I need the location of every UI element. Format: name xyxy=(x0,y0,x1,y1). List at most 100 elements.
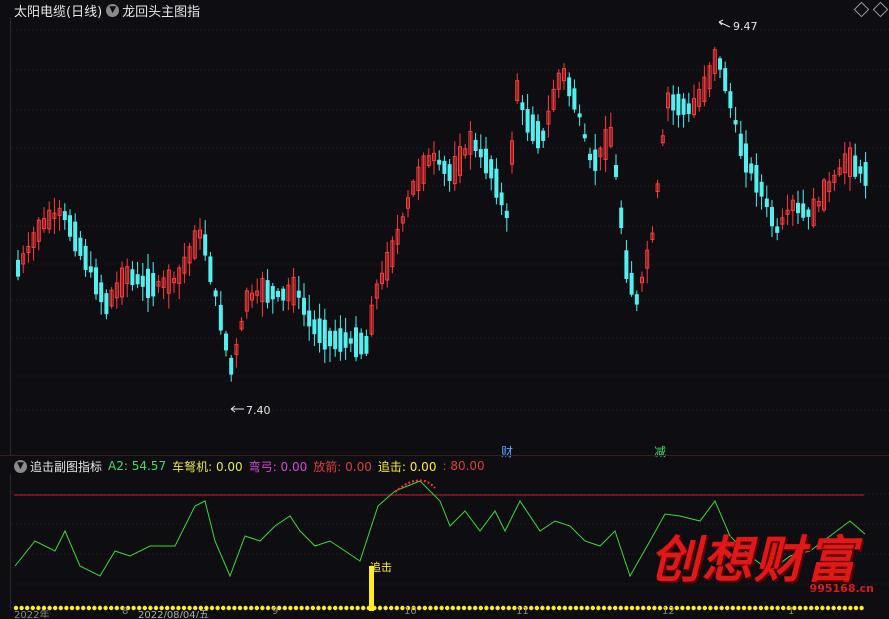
candle-body xyxy=(593,149,598,171)
candle-body xyxy=(104,293,109,315)
candlestick-chart[interactable] xyxy=(0,0,889,455)
candle-body xyxy=(624,250,629,279)
date-label: 8 xyxy=(122,607,129,617)
legend-a2: A2: 54.57 xyxy=(108,459,167,473)
candle-body xyxy=(754,165,759,193)
candle-body xyxy=(16,259,20,277)
high-arrow xyxy=(718,19,731,28)
date-label: 2022年 xyxy=(14,610,50,618)
date-label: 2022/08/04/五 xyxy=(138,610,210,618)
candle-body xyxy=(213,290,218,297)
candle-body xyxy=(348,338,353,344)
candle-body xyxy=(520,102,525,111)
high-price-label: 9.47 xyxy=(733,20,758,33)
candle-body xyxy=(572,88,577,110)
candle-body xyxy=(296,290,301,298)
candle-body xyxy=(738,133,743,156)
candle-body xyxy=(442,160,447,174)
candle-body xyxy=(333,330,338,350)
low-arrow xyxy=(230,405,244,413)
candle-body xyxy=(62,211,67,221)
chevron-down-icon[interactable]: ▼ xyxy=(14,459,27,473)
date-label: 10 xyxy=(404,607,417,617)
candle-body xyxy=(343,332,348,348)
candle-body xyxy=(99,282,104,303)
candle-body xyxy=(770,206,774,227)
candle-body xyxy=(681,98,686,115)
candle-body xyxy=(307,310,312,327)
candle-body xyxy=(629,272,634,295)
date-label: 9 xyxy=(272,607,279,617)
main-title-bar: 太阳电缆(日线) ▼ 龙回头主图指 xyxy=(0,0,200,20)
legend-threshold: : 80.00 xyxy=(442,459,485,473)
annotations xyxy=(230,19,731,413)
candle-body xyxy=(536,121,540,149)
candle-body xyxy=(203,234,208,256)
candle-body xyxy=(364,335,369,354)
candle-body xyxy=(801,203,806,218)
main-chart-panel[interactable]: 太阳电缆(日线) ▼ 龙回头主图指 9.47 7.40 财 减 xyxy=(0,0,889,459)
candle-body xyxy=(853,155,858,177)
candle-body xyxy=(619,207,624,228)
candle-body xyxy=(328,330,332,347)
candle-body xyxy=(478,149,483,158)
candle-body xyxy=(676,93,681,116)
candle-body xyxy=(686,103,691,115)
watermark-url: 995168.cn xyxy=(809,582,874,595)
sub-indicator-name[interactable]: 追击副图指标 xyxy=(30,458,102,475)
candle-body xyxy=(530,114,535,141)
signal-label: 追击 xyxy=(370,561,392,574)
stock-name: 太阳电缆(日线) xyxy=(14,4,103,20)
candle-body xyxy=(317,318,322,343)
candle-body xyxy=(312,319,317,335)
candle-body xyxy=(489,159,494,179)
chevron-down-icon[interactable]: ▼ xyxy=(106,3,120,17)
candle-body xyxy=(588,153,592,161)
candle-body xyxy=(130,269,135,286)
sub-title-bar: ▼ 追击副图指标 A2: 54.57 车弩机: 0.00 弯弓: 0.00 放箭… xyxy=(0,456,491,476)
candle-body xyxy=(322,319,327,350)
candle-body xyxy=(499,192,504,206)
candle-body xyxy=(270,286,275,300)
candle-body xyxy=(437,159,442,165)
candle-body xyxy=(796,202,800,214)
candle-body xyxy=(582,134,587,139)
candle-body xyxy=(94,267,98,295)
candle-body xyxy=(504,210,509,219)
candle-body xyxy=(718,58,722,70)
legend-fangjian: 放箭: 0.00 xyxy=(313,459,372,474)
candle-body xyxy=(723,68,728,92)
candle-body xyxy=(577,113,582,118)
candle-body xyxy=(281,288,286,301)
candle-body xyxy=(302,297,306,315)
candle-body xyxy=(338,328,343,352)
candle-body xyxy=(276,290,280,298)
candle-body xyxy=(567,77,572,97)
candle-body xyxy=(759,181,764,197)
candle-body xyxy=(634,294,639,305)
candle-body xyxy=(863,162,868,186)
candle-body xyxy=(728,91,733,109)
candle-body xyxy=(671,94,676,111)
candle-body xyxy=(359,332,364,355)
candle-body xyxy=(541,130,546,141)
candle-body xyxy=(224,333,228,351)
candle-body xyxy=(151,273,156,297)
candle-body xyxy=(73,221,78,252)
candle-body xyxy=(140,275,145,287)
candle-body xyxy=(218,304,223,331)
candle-body xyxy=(78,237,83,256)
candle-body xyxy=(764,198,769,208)
candle-body xyxy=(83,245,88,270)
candle-body xyxy=(88,266,93,273)
candle-body xyxy=(775,226,780,233)
candles xyxy=(16,46,868,382)
main-indicator-name[interactable]: 龙回头主图指 xyxy=(122,1,200,20)
grid-lines xyxy=(12,29,889,411)
candle-body xyxy=(208,256,213,282)
legend-chenuji: 车弩机: 0.00 xyxy=(172,459,243,474)
candle-body xyxy=(744,143,748,173)
watermark-logo: 创想财富 995168.cn xyxy=(650,520,880,610)
candle-body xyxy=(484,148,488,174)
candle-body xyxy=(146,268,150,298)
